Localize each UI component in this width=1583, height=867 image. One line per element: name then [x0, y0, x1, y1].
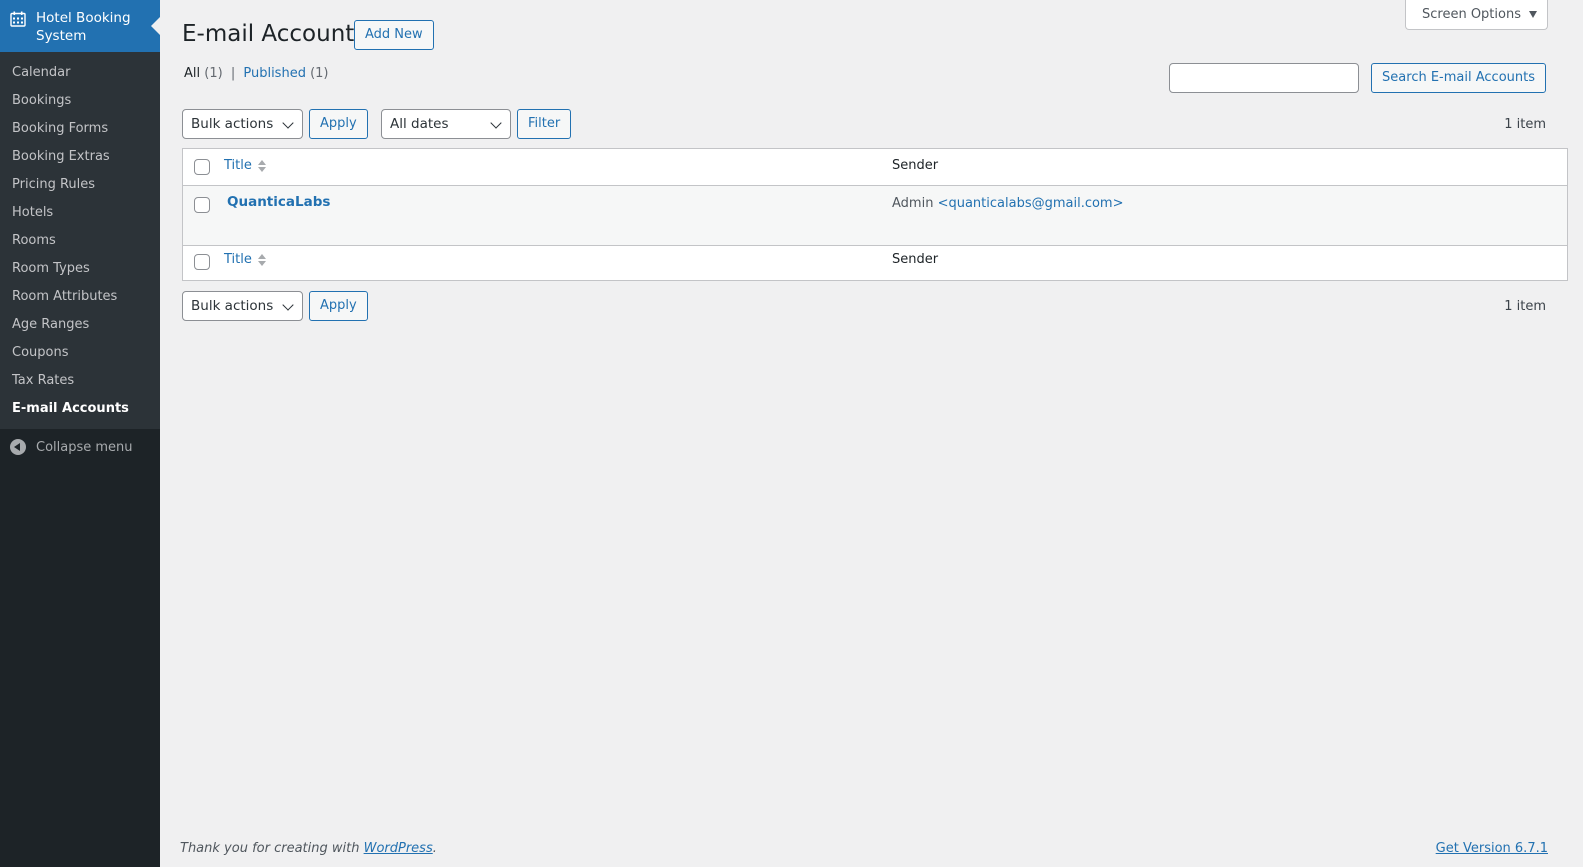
sender-email-link[interactable]: <quanticalabs@gmail.com>: [938, 196, 1124, 211]
screen-options-button[interactable]: Screen Options: [1405, 0, 1548, 30]
search-input[interactable]: [1169, 63, 1360, 93]
sidebar-item-coupons[interactable]: Coupons: [0, 339, 160, 367]
email-accounts-table: Title Sender QuanticaLabs Admin <quantic…: [182, 148, 1568, 281]
page-title: E-mail Accounts: [182, 21, 367, 47]
collapse-arrow-icon: [10, 439, 26, 455]
collapse-menu-label: Collapse menu: [36, 439, 133, 455]
sidebar-item-bookings[interactable]: Bookings: [0, 87, 160, 115]
view-separator: |: [230, 66, 236, 81]
row-title-link[interactable]: QuanticaLabs: [227, 194, 330, 210]
row-sender: Admin <quanticalabs@gmail.com>: [892, 196, 1124, 211]
sidebar-item-room-types[interactable]: Room Types: [0, 255, 160, 283]
view-all-link[interactable]: All: [184, 66, 200, 81]
title-column-header[interactable]: Title: [224, 158, 266, 173]
search-box: Search E-mail Accounts: [1169, 63, 1546, 93]
items-count-top: 1 item: [1504, 117, 1546, 132]
add-new-button[interactable]: Add New: [354, 20, 434, 50]
status-views: All (1) | Published (1): [184, 66, 329, 81]
menu-top-label: Hotel Booking System: [36, 10, 131, 44]
collapse-menu-button[interactable]: Collapse menu: [0, 430, 160, 464]
select-all-checkbox-footer[interactable]: [194, 254, 210, 270]
sidebar-item-booking-extras[interactable]: Booking Extras: [0, 143, 160, 171]
apply-button-bottom[interactable]: Apply: [309, 291, 368, 321]
date-filter-select[interactable]: All dates: [381, 109, 511, 139]
sort-icon: [257, 159, 266, 172]
search-button[interactable]: Search E-mail Accounts: [1371, 63, 1546, 93]
row-checkbox[interactable]: [194, 197, 210, 213]
bulk-actions-value: Bulk actions: [191, 116, 274, 132]
sender-column-footer: Sender: [892, 252, 939, 267]
sidebar-item-hotels[interactable]: Hotels: [0, 199, 160, 227]
title-column-footer-label[interactable]: Title: [224, 252, 252, 267]
select-all-checkbox[interactable]: [194, 159, 210, 175]
view-all-count: (1): [204, 66, 223, 81]
view-published-count: (1): [310, 66, 329, 81]
admin-sidebar: Hotel Booking System Calendar Bookings B…: [0, 0, 160, 867]
sidebar-item-room-attributes[interactable]: Room Attributes: [0, 283, 160, 311]
title-column-label[interactable]: Title: [224, 158, 252, 173]
sort-icon: [257, 253, 266, 266]
submenu: Calendar Bookings Booking Forms Booking …: [0, 52, 160, 429]
apply-button-top[interactable]: Apply: [309, 109, 368, 139]
filter-button[interactable]: Filter: [517, 109, 572, 139]
sidebar-item-email-accounts[interactable]: E-mail Accounts: [0, 395, 160, 423]
sidebar-item-tax-rates[interactable]: Tax Rates: [0, 367, 160, 395]
menu-hotel-booking-system[interactable]: Hotel Booking System: [0, 0, 160, 52]
title-column-footer[interactable]: Title: [224, 252, 266, 267]
main-content: Screen Options E-mail Accounts Add New A…: [160, 0, 1583, 867]
bulk-actions-value-bottom: Bulk actions: [191, 298, 274, 314]
date-filter-value: All dates: [390, 116, 449, 132]
sidebar-item-pricing-rules[interactable]: Pricing Rules: [0, 171, 160, 199]
sidebar-item-calendar[interactable]: Calendar: [0, 59, 160, 87]
bulk-actions-select-bottom[interactable]: Bulk actions: [182, 291, 303, 321]
table-footer-row: Title Sender: [183, 246, 1567, 280]
footer-version: Get Version 6.7.1: [1436, 841, 1548, 856]
sidebar-item-booking-forms[interactable]: Booking Forms: [0, 115, 160, 143]
wordpress-link[interactable]: WordPress: [364, 841, 433, 856]
calendar-icon: [10, 11, 26, 27]
sender-name: Admin: [892, 196, 934, 211]
bulk-actions-select-top[interactable]: Bulk actions: [182, 109, 303, 139]
sender-column-header: Sender: [892, 158, 939, 173]
items-count-bottom: 1 item: [1504, 299, 1546, 314]
footer-thanks-prefix: Thank you for creating with: [180, 841, 360, 856]
view-published-link[interactable]: Published: [243, 66, 306, 81]
footer-thanks-suffix: .: [432, 841, 437, 856]
get-version-link[interactable]: Get Version 6.7.1: [1436, 841, 1548, 856]
table-row: QuanticaLabs Admin <quanticalabs@gmail.c…: [183, 186, 1567, 246]
table-header-row: Title Sender: [183, 149, 1567, 186]
sidebar-item-age-ranges[interactable]: Age Ranges: [0, 311, 160, 339]
sidebar-item-rooms[interactable]: Rooms: [0, 227, 160, 255]
footer-thanks: Thank you for creating with WordPress.: [180, 841, 437, 856]
